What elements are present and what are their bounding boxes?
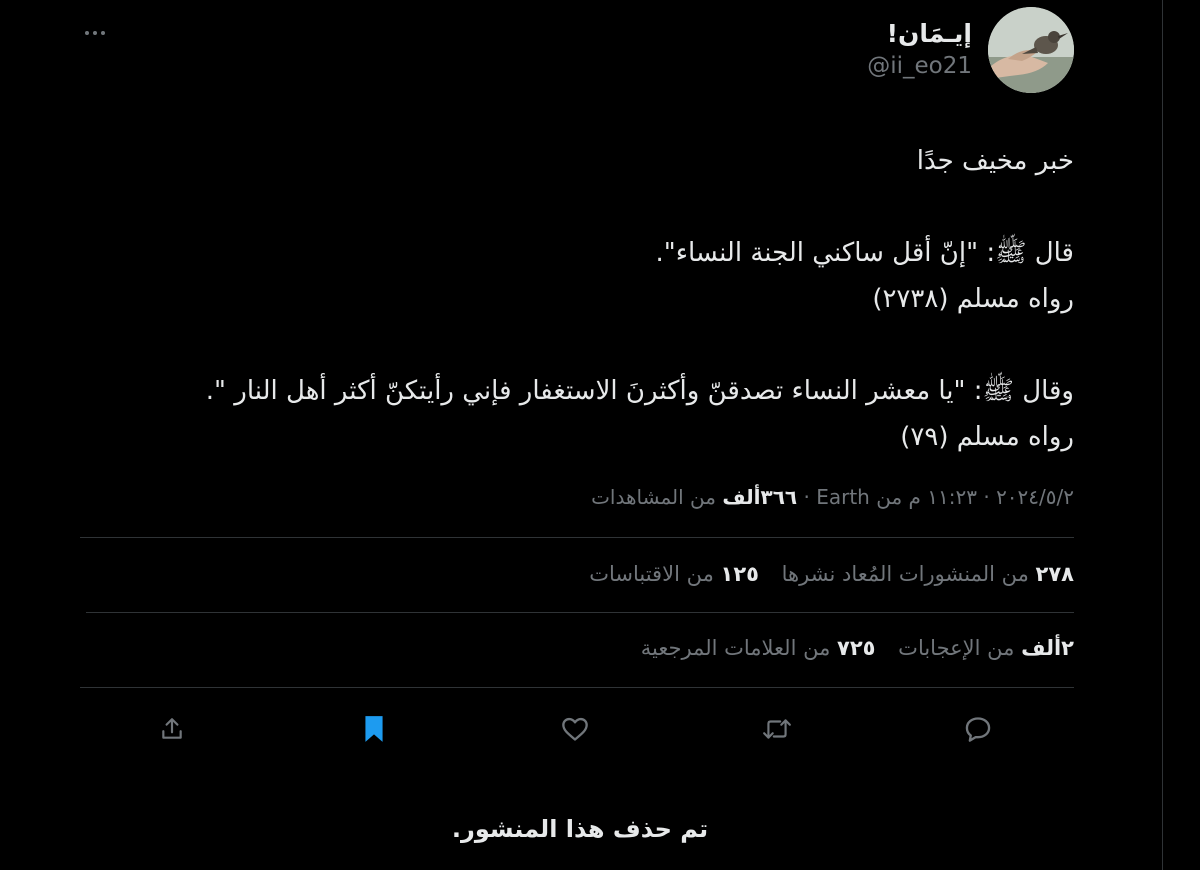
quotes-stat[interactable]: ١٢٥ من الاقتباسات — [589, 562, 759, 586]
reply-icon — [965, 717, 991, 742]
tweet-time[interactable]: ١١:٢٣ م من — [876, 485, 977, 509]
divider — [80, 687, 1074, 688]
share-button[interactable] — [150, 707, 194, 751]
likes-label: من الإعجابات — [898, 636, 1015, 660]
reply-button[interactable] — [956, 707, 1000, 751]
tweet-line: رواه مسلم (٢٧٣٨) — [872, 284, 1074, 314]
more-dot-icon — [93, 31, 97, 35]
tweet-meta: ٢٠٢٤/٥/٢ · ١١:٢٣ م من Earth · ٣٦٦ألف من … — [591, 485, 1074, 509]
bookmarks-count: ٧٢٥ — [837, 636, 876, 660]
stats-row-likes: ٢ألف من الإعجابات ٧٢٥ من العلامات المرجع… — [625, 636, 1074, 660]
repost-button[interactable] — [755, 707, 799, 751]
meta-separator: · — [983, 485, 990, 509]
bookmarks-label: من العلامات المرجعية — [640, 636, 831, 660]
bird-on-hand-avatar-icon — [988, 7, 1074, 93]
views-count: ٣٦٦ألف — [722, 485, 798, 509]
deleted-notice: تم حذف هذا المنشور. — [451, 815, 709, 843]
quotes-count: ١٢٥ — [720, 562, 759, 586]
quotes-label: من الاقتباسات — [589, 562, 714, 586]
author-handle[interactable]: @ii_eo21 — [867, 53, 972, 79]
tweet-actions-bar — [150, 707, 1000, 751]
meta-separator: · — [803, 485, 810, 509]
tweet-line: قال ﷺ: "إنّ أقل ساكني الجنة النساء". — [655, 238, 1075, 268]
tweet-date[interactable]: ٢٠٢٤/٥/٢ — [996, 485, 1074, 509]
tweet-source[interactable]: Earth — [816, 485, 870, 509]
more-options-button[interactable] — [78, 20, 112, 46]
share-icon — [162, 718, 182, 739]
tweet-line: خبر مخيف جدًا — [916, 146, 1074, 176]
avatar[interactable] — [988, 7, 1074, 93]
bookmark-button[interactable] — [352, 707, 396, 751]
heart-icon — [562, 717, 588, 741]
reposts-count: ٢٧٨ — [1035, 562, 1074, 586]
tweet-line: وقال ﷺ: "يا معشر النساء تصدقنّ وأكثرنَ ا… — [205, 376, 1074, 406]
divider — [86, 612, 1074, 613]
divider — [80, 537, 1074, 538]
like-button[interactable] — [553, 707, 597, 751]
stats-row-reposts: ٢٧٨ من المنشورات المُعاد نشرها ١٢٥ من ال… — [573, 562, 1074, 586]
views-label: من المشاهدات — [591, 485, 716, 509]
author-display-name[interactable]: إيـمَان! — [887, 19, 972, 48]
tweet-text: خبر مخيف جدًا قال ﷺ: "إنّ أقل ساكني الجن… — [74, 138, 1074, 460]
bookmark-icon — [364, 716, 383, 742]
timeline-border — [1162, 0, 1163, 870]
more-dot-icon — [85, 31, 89, 35]
reposts-label: من المنشورات المُعاد نشرها — [781, 562, 1029, 586]
likes-count: ٢ألف — [1021, 636, 1074, 660]
reposts-stat[interactable]: ٢٧٨ من المنشورات المُعاد نشرها — [775, 562, 1074, 586]
likes-stat[interactable]: ٢ألف من الإعجابات — [891, 636, 1074, 660]
tweet-line: رواه مسلم (٧٩) — [900, 422, 1074, 452]
bookmarks-stat[interactable]: ٧٢٥ من العلامات المرجعية — [641, 636, 876, 660]
repost-icon — [762, 719, 791, 739]
more-dot-icon — [101, 31, 105, 35]
